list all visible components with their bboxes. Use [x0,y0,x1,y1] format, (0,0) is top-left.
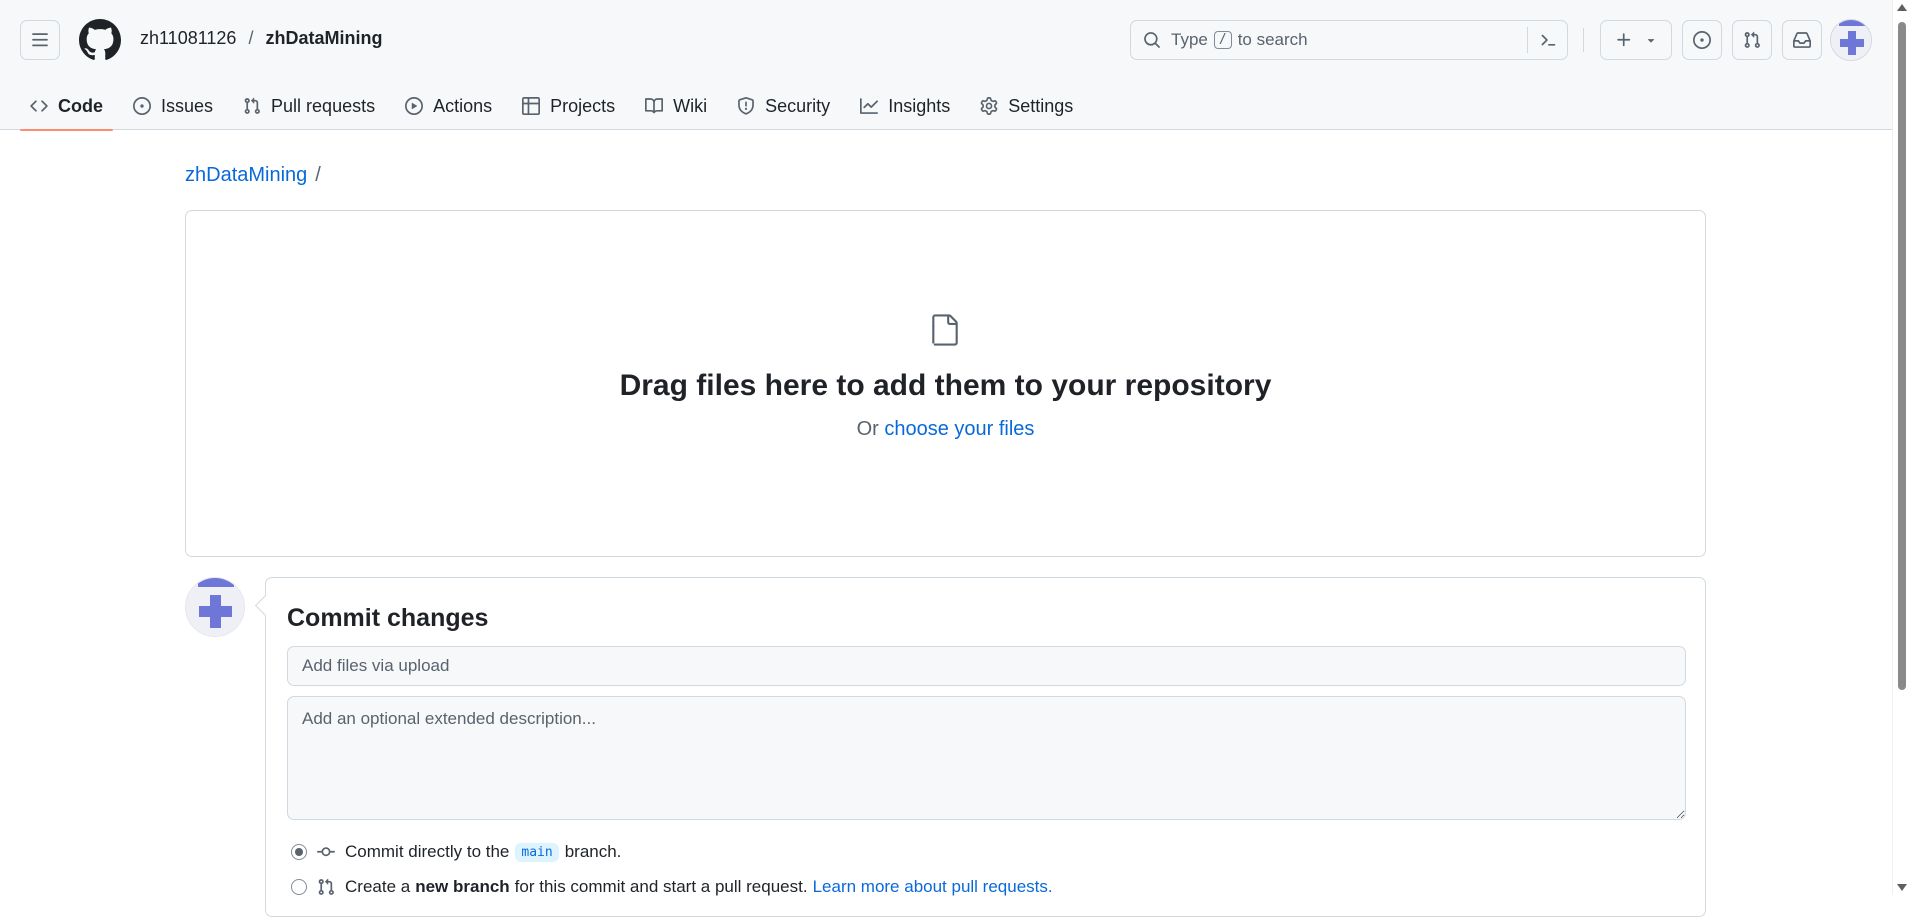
issue-opened-icon [133,97,151,115]
issue-opened-icon [1693,31,1711,49]
owner-link[interactable]: zh11081126 [140,28,236,49]
tab-label: Pull requests [271,95,376,116]
search-placeholder: Type / to search [1171,30,1308,50]
tab-actions[interactable]: Actions [395,82,502,130]
identicon-avatar [186,578,244,636]
drop-zone-title: Drag files here to add them to your repo… [619,369,1272,402]
drop-zone-subtitle: Or choose your files [186,418,1705,441]
search-input[interactable]: Type / to search [1130,20,1568,60]
search-suffix: to search [1237,30,1308,49]
new-branch-emphasis: new branch [415,877,510,896]
command-palette-button[interactable] [1527,27,1567,53]
book-icon [645,97,664,115]
triangle-down-icon [1644,33,1658,47]
github-logo-link[interactable] [79,19,121,61]
repo-breadcrumb-link[interactable]: zhDataMining [185,164,307,187]
scrollbar-thumb[interactable] [1898,22,1906,690]
commit-description-textarea[interactable] [287,696,1686,820]
tab-label: Actions [433,95,493,116]
repo-nav: Code Issues Pull requests Actions Projec… [20,82,1093,131]
github-mark-icon [79,19,121,61]
git-pull-request-icon [1743,31,1761,49]
commit-changes-title: Commit changes [287,604,489,632]
scroll-down-arrow-icon[interactable] [1897,884,1907,891]
search-icon [1143,31,1161,49]
file-icon [928,311,962,349]
tab-issues[interactable]: Issues [123,82,223,130]
your-pull-requests-button[interactable] [1732,20,1772,60]
create-branch-text-end: for this commit and start a pull request… [514,877,808,896]
create-branch-text: Create a [345,877,411,896]
tab-insights[interactable]: Insights [850,82,960,130]
breadcrumb-separator: / [315,164,321,186]
create-branch-radio[interactable] [291,879,307,895]
context-breadcrumb: zh11081126 / zhDataMining [140,28,382,49]
branch-name-badge: main [515,842,559,862]
repo-link[interactable]: zhDataMining [265,28,382,49]
drop-zone-or: Or [856,418,879,440]
tab-settings[interactable]: Settings [970,82,1083,130]
scroll-up-arrow-icon[interactable] [1897,4,1907,11]
search-prefix: Type [1171,30,1208,49]
tab-label: Projects [550,95,616,116]
tab-label: Settings [1008,95,1074,116]
choose-files-link[interactable]: choose your files [884,418,1034,440]
app-header: zh11081126 / zhDataMining Type / to sear… [0,0,1892,131]
plus-icon [1615,31,1633,49]
commit-author-avatar [185,577,245,637]
commit-summary-input[interactable] [287,646,1686,686]
tab-code[interactable]: Code [20,82,113,131]
global-bar: zh11081126 / zhDataMining Type / to sear… [0,0,1892,80]
commit-changes-panel: Commit changes Commit directly to the ma… [265,577,1706,917]
search-shortcut-key: / [1213,31,1232,49]
breadcrumb-separator: / [248,28,254,48]
tab-wiki[interactable]: Wiki [635,82,717,130]
inbox-icon [1793,31,1811,49]
command-palette-icon [1539,31,1557,49]
tab-label: Code [58,95,103,116]
page-scrollbar[interactable] [1892,0,1910,895]
tab-security[interactable]: Security [727,82,840,130]
code-icon [30,97,48,115]
commit-direct-text: Commit directly to the [345,842,510,861]
graph-icon [860,97,879,115]
learn-more-pull-requests-link[interactable]: Learn more about pull requests. [813,877,1053,897]
tab-label: Insights [888,95,951,116]
commit-direct-radio[interactable] [291,844,307,860]
create-branch-option[interactable]: Create a new branch for this commit and … [291,877,1053,897]
header-divider [1583,28,1584,52]
tab-pull-requests[interactable]: Pull requests [233,82,385,130]
user-avatar-button[interactable] [1830,19,1872,61]
tab-label: Security [765,95,831,116]
identicon-avatar [1831,20,1871,60]
notifications-button[interactable] [1782,20,1822,60]
commit-direct-text-end: branch. [564,842,622,861]
commit-direct-option[interactable]: Commit directly to the main branch. [291,842,621,862]
git-commit-icon [317,843,345,861]
table-icon [522,97,541,115]
git-pull-request-icon [243,97,261,115]
gear-icon [980,97,998,115]
tab-projects[interactable]: Projects [512,82,625,130]
tab-label: Wiki [673,95,708,116]
tab-label: Issues [161,95,214,116]
open-menu-button[interactable] [20,20,60,60]
hamburger-icon [31,31,49,49]
breadcrumb: zhDataMining / [185,164,321,187]
play-icon [405,97,424,115]
git-pull-request-icon [317,878,345,896]
file-drop-zone[interactable]: Drag files here to add them to your repo… [185,210,1706,557]
your-issues-button[interactable] [1682,20,1722,60]
create-new-button[interactable] [1600,20,1672,60]
shield-icon [737,97,755,115]
